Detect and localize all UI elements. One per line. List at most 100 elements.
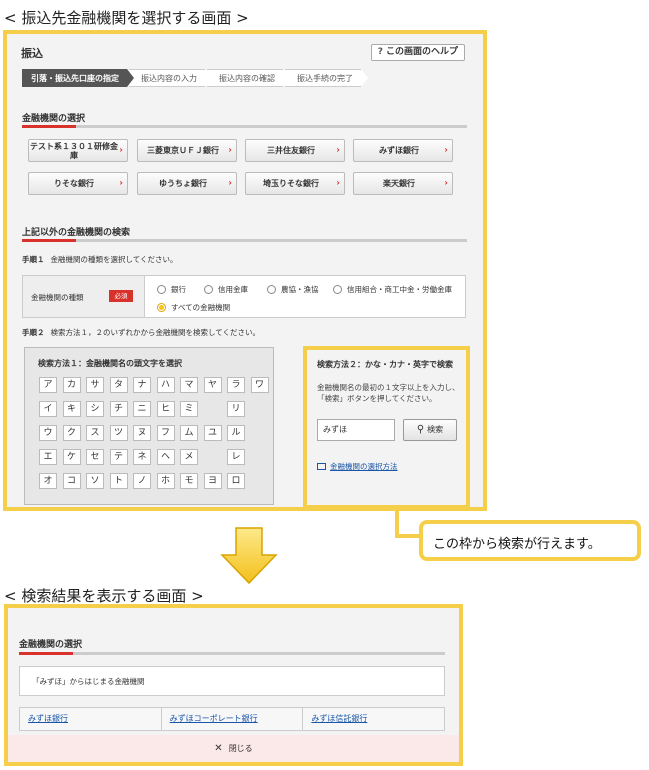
bank-button-smbc[interactable]: 三井住友銀行 ›	[245, 139, 345, 162]
bank-selection-screen: 振込 ? この画面のヘルプ 引落・振込先口座の指定 振込内容の入力 振込内容の確認…	[3, 30, 487, 511]
help-button[interactable]: ? この画面のヘルプ	[370, 44, 465, 61]
chevron-right-icon: ›	[228, 178, 232, 188]
kana-key[interactable]: ナ	[133, 377, 151, 393]
kana-key[interactable]: ト	[109, 473, 128, 489]
bank-button-yucho[interactable]: ゆうちょ銀行 ›	[137, 172, 237, 195]
bank-type-row: 金融機関の種類 必須 銀行 信用金庫 農協・漁協 信用組合・商工中金・労働金庫 …	[22, 275, 466, 318]
bank-button-rakuten[interactable]: 楽天銀行 ›	[353, 172, 453, 195]
kana-key[interactable]: リ	[227, 401, 245, 417]
kana-key[interactable]: チ	[109, 401, 128, 417]
kana-key[interactable]: ホ	[156, 473, 175, 489]
kana-key[interactable]: ラ	[227, 377, 245, 393]
result-summary: 「みずほ」からはじまる金融機関	[19, 666, 445, 696]
radio-shinkumi[interactable]: 信用組合・商工中金・労働金庫	[333, 284, 452, 295]
kana-key[interactable]: ル	[227, 425, 245, 441]
radio-label: 農協・漁協	[281, 285, 319, 294]
radio-nokyo[interactable]: 農協・漁協	[267, 284, 319, 295]
kana-key[interactable]: レ	[227, 449, 245, 465]
close-button[interactable]: ✕ 閉じる	[8, 735, 459, 762]
kana-key[interactable]: キ	[62, 401, 81, 417]
kana-key[interactable]: ロ	[227, 473, 245, 489]
section-divider	[19, 652, 445, 655]
kana-key[interactable]: セ	[86, 449, 104, 465]
text-search-panel: 検索方法２：かな・カナ・英字で検索 金融機関名の最初の１文字以上を入力し、 「検…	[303, 346, 470, 509]
kana-key[interactable]: エ	[39, 449, 57, 465]
method1-title: 検索方法１：金融機関名の頭文字を選択	[38, 359, 182, 368]
step2-label: 手順２	[22, 328, 45, 337]
step1-instruction: 手順１ 金融機関の種類を選択してください。	[22, 254, 178, 265]
radio-circle-icon	[157, 285, 166, 294]
radio-selected-icon	[157, 303, 166, 312]
callout-connector	[395, 534, 421, 538]
chevron-right-icon: ›	[119, 145, 123, 155]
step-1: 引落・振込先口座の指定	[22, 69, 134, 87]
kana-key[interactable]: マ	[180, 377, 198, 393]
bottom-screen-heading: < 検索結果を表示する画面 >	[4, 587, 204, 605]
search-icon: ⚲	[416, 424, 425, 435]
search-button[interactable]: ⚲ 検索	[403, 419, 457, 441]
kana-key[interactable]: ミ	[180, 401, 198, 417]
kana-key[interactable]: ヘ	[156, 449, 175, 465]
search-input[interactable]: みずほ	[317, 419, 395, 441]
close-button-label: 閉じる	[228, 744, 253, 753]
kana-key[interactable]: メ	[180, 449, 198, 465]
radio-label: 信用組合・商工中金・労働金庫	[347, 285, 452, 294]
kana-key[interactable]: ア	[39, 377, 57, 393]
bank-button-label: 三菱東京ＵＦＪ銀行	[147, 146, 219, 155]
section-divider	[22, 239, 467, 242]
kana-key[interactable]: ツ	[109, 425, 128, 441]
kana-key[interactable]: ヤ	[203, 377, 222, 393]
bank-button-test[interactable]: テスト系１３０１研修金庫 ›	[28, 139, 128, 162]
top-screen-heading: < 振込先金融機関を選択する画面 >	[4, 9, 249, 27]
kana-key[interactable]: タ	[109, 377, 128, 393]
bank-button-saitama-resona[interactable]: 埼玉りそな銀行 ›	[245, 172, 345, 195]
radio-all-banks[interactable]: すべての金融機関	[157, 302, 230, 313]
kana-key[interactable]: ニ	[133, 401, 151, 417]
radio-label: 信用金庫	[218, 285, 248, 294]
bank-button-label: 三井住友銀行	[267, 146, 315, 155]
chevron-right-icon: ›	[444, 178, 448, 188]
kana-key[interactable]: ワ	[250, 377, 269, 393]
radio-circle-icon	[204, 285, 213, 294]
kana-key[interactable]: オ	[39, 473, 57, 489]
kana-key[interactable]: イ	[39, 401, 57, 417]
question-icon: ?	[377, 47, 383, 57]
kana-key[interactable]: ヨ	[203, 473, 222, 489]
result-link-mizuho-trust[interactable]: みずほ信託銀行	[303, 708, 444, 730]
radio-shinkin[interactable]: 信用金庫	[204, 284, 248, 295]
kana-key[interactable]: フ	[156, 425, 175, 441]
chevron-right-icon: ›	[336, 178, 340, 188]
bank-button-mufg[interactable]: 三菱東京ＵＦＪ銀行 ›	[137, 139, 237, 162]
kana-key[interactable]: ス	[86, 425, 104, 441]
kana-key[interactable]: ユ	[203, 425, 222, 441]
kana-key[interactable]: ハ	[156, 377, 175, 393]
kana-key[interactable]: ヒ	[156, 401, 175, 417]
result-section-title: 金融機関の選択	[19, 640, 83, 650]
kana-key[interactable]: モ	[180, 473, 198, 489]
kana-key[interactable]: サ	[86, 377, 104, 393]
kana-key[interactable]: ム	[180, 425, 198, 441]
radio-bank[interactable]: 銀行	[157, 284, 186, 295]
kana-key[interactable]: ク	[62, 425, 81, 441]
kana-key[interactable]: ソ	[86, 473, 104, 489]
kana-key[interactable]: ネ	[133, 449, 151, 465]
kana-key[interactable]: テ	[109, 449, 128, 465]
step2-instruction: 手順２ 検索方法１，２のいずれかから金融機関を検索してください。	[22, 327, 260, 338]
bank-button-resona[interactable]: りそな銀行 ›	[28, 172, 128, 195]
kana-key[interactable]: ノ	[133, 473, 151, 489]
kana-key[interactable]: ヌ	[133, 425, 151, 441]
selection-help-link[interactable]: 金融機関の選択方法	[317, 461, 398, 472]
bank-button-label: 埼玉りそな銀行	[263, 179, 319, 188]
kana-key[interactable]: ケ	[62, 449, 81, 465]
result-link-mizuho-bank[interactable]: みずほ銀行	[20, 708, 162, 730]
radio-label: すべての金融機関	[171, 303, 231, 312]
kana-key[interactable]: コ	[62, 473, 81, 489]
kana-key[interactable]: ウ	[39, 425, 57, 441]
kana-key[interactable]: カ	[62, 377, 81, 393]
required-badge: 必須	[109, 290, 133, 302]
bank-button-mizuho[interactable]: みずほ銀行 ›	[353, 139, 453, 162]
result-link-mizuho-corporate[interactable]: みずほコーポレート銀行	[162, 708, 304, 730]
radio-circle-icon	[267, 285, 276, 294]
kana-key[interactable]: シ	[86, 401, 104, 417]
result-list: みずほ銀行 みずほコーポレート銀行 みずほ信託銀行	[19, 707, 445, 731]
